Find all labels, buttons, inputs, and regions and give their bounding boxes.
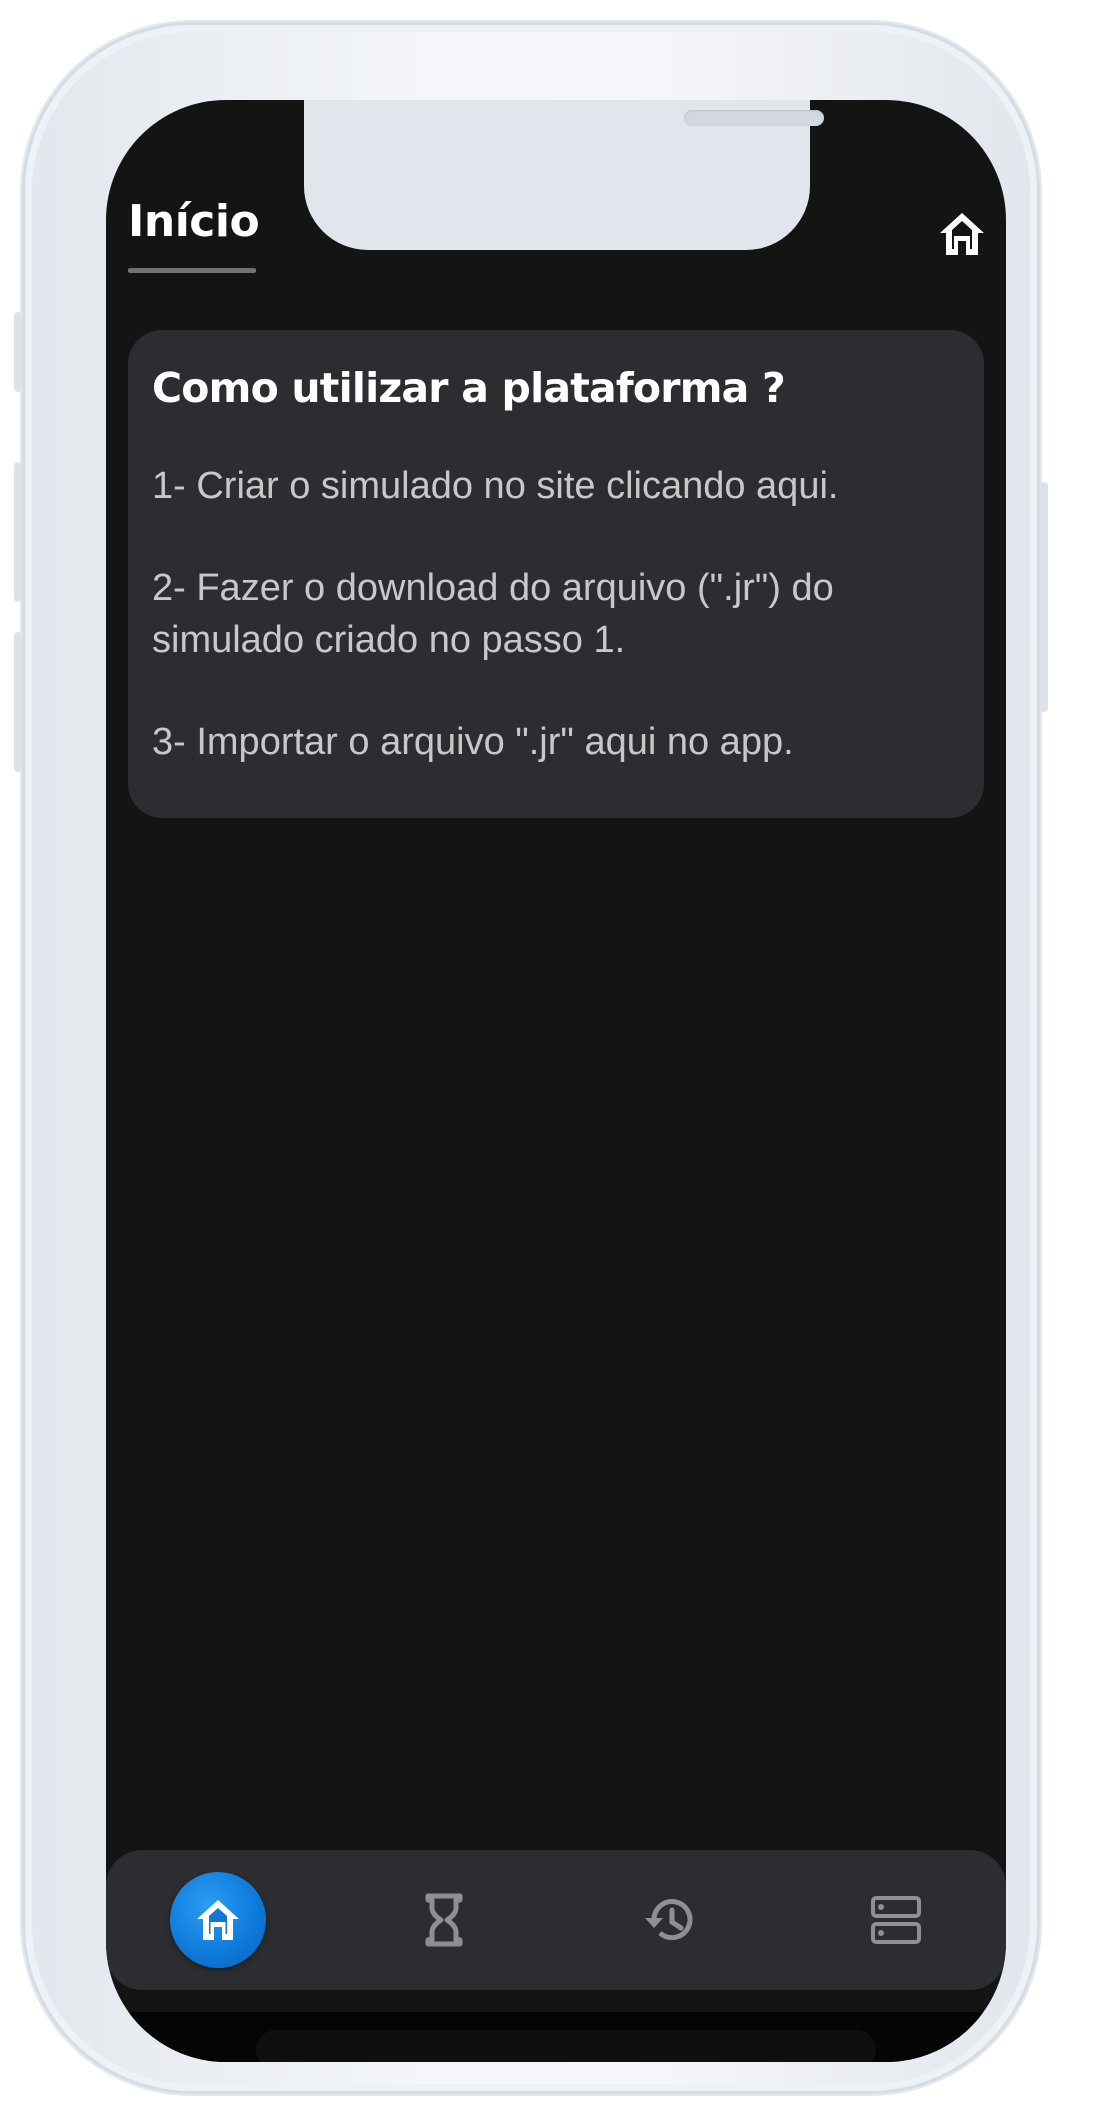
nav-home-button[interactable]: [170, 1872, 266, 1968]
step-import: 3- Importar o arquivo ".jr" aqui no app.: [152, 721, 794, 763]
nav-timer-button[interactable]: [396, 1872, 492, 1968]
device-notch: [304, 100, 824, 250]
nav-history-button[interactable]: [622, 1872, 718, 1968]
page: Início Como utilizar a plataforma ? 1- C…: [0, 0, 1100, 2116]
step-download: 2- Fazer o download do arquivo (".jr") d…: [152, 567, 834, 661]
page-title: Início: [128, 196, 260, 247]
app-screen: Início Como utilizar a plataforma ? 1- C…: [106, 100, 1006, 2062]
home-icon: [197, 1900, 239, 1940]
phone-frame: Início Como utilizar a plataforma ? 1- C…: [14, 22, 1048, 2094]
bottom-nav: [106, 1850, 1006, 1990]
how-to-card: Como utilizar a plataforma ? 1- Criar o …: [128, 330, 984, 818]
power-button: [1040, 482, 1048, 712]
storage-list-icon: [871, 1896, 921, 1944]
history-icon: [645, 1899, 693, 1941]
silent-switch: [14, 312, 22, 392]
volume-up-button: [14, 462, 22, 602]
home-icon[interactable]: [936, 208, 988, 260]
volume-down-button: [14, 632, 22, 772]
hourglass-icon: [425, 1893, 463, 1947]
title-underline: [128, 268, 256, 273]
home-indicator: [256, 2030, 876, 2062]
speaker-grille: [684, 110, 824, 126]
nav-storage-button[interactable]: [848, 1872, 944, 1968]
step-create-link[interactable]: 1- Criar o simulado no site clicando aqu…: [152, 460, 952, 512]
card-title: Como utilizar a plataforma ?: [152, 364, 786, 412]
